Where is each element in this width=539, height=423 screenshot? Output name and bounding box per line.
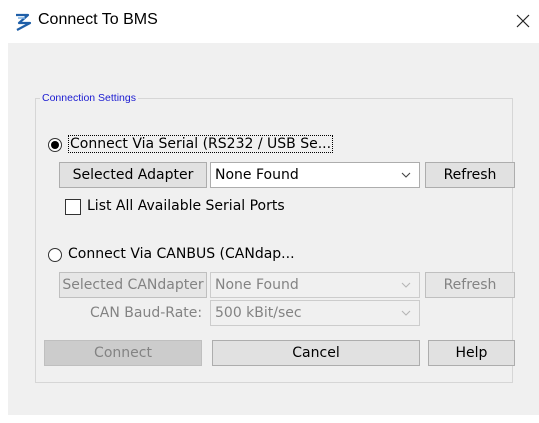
chevron-down-icon [401, 282, 411, 288]
baud-rate-label: CAN Baud-Rate: [90, 305, 203, 321]
serial-radio-label[interactable]: Connect Via Serial (RS232 / USB Se... [68, 135, 334, 153]
serial-radio-label-text: Connect Via Serial (RS232 / USB Se... [68, 135, 334, 153]
baud-rate-value: 500 kBit/sec [215, 305, 302, 321]
canbus-radio-label[interactable]: Connect Via CANBUS (CANdap... [68, 246, 295, 262]
serial-adapter-select[interactable]: None Found [210, 162, 420, 188]
title-bar: Connect To BMS [0, 0, 539, 43]
baud-rate-select: 500 kBit/sec [210, 300, 420, 326]
serial-refresh-button[interactable]: Refresh [425, 162, 515, 188]
window-bottom-edge [0, 415, 539, 423]
serial-radio[interactable] [48, 138, 62, 152]
selected-adapter-button[interactable]: Selected Adapter [59, 162, 207, 188]
window-title: Connect To BMS [38, 11, 158, 28]
group-title: Connection Settings [40, 92, 138, 104]
canbus-adapter-select: None Found [210, 272, 420, 298]
serial-adapter-value: None Found [215, 167, 299, 183]
selected-candapter-button: Selected CANdapter [59, 272, 207, 298]
chevron-down-icon [401, 310, 411, 316]
radio-selected-dot [51, 141, 59, 149]
chevron-down-icon [401, 172, 411, 178]
app-logo-icon [16, 13, 32, 31]
help-button[interactable]: Help [428, 340, 515, 366]
list-all-ports-label[interactable]: List All Available Serial Ports [87, 198, 285, 214]
canbus-radio[interactable] [48, 248, 62, 262]
connect-button: Connect [44, 340, 202, 366]
list-all-ports-checkbox[interactable] [65, 199, 81, 215]
canbus-adapter-value: None Found [215, 277, 299, 293]
canbus-refresh-button: Refresh [425, 272, 515, 298]
close-icon[interactable] [508, 6, 538, 36]
cancel-button[interactable]: Cancel [212, 340, 420, 366]
